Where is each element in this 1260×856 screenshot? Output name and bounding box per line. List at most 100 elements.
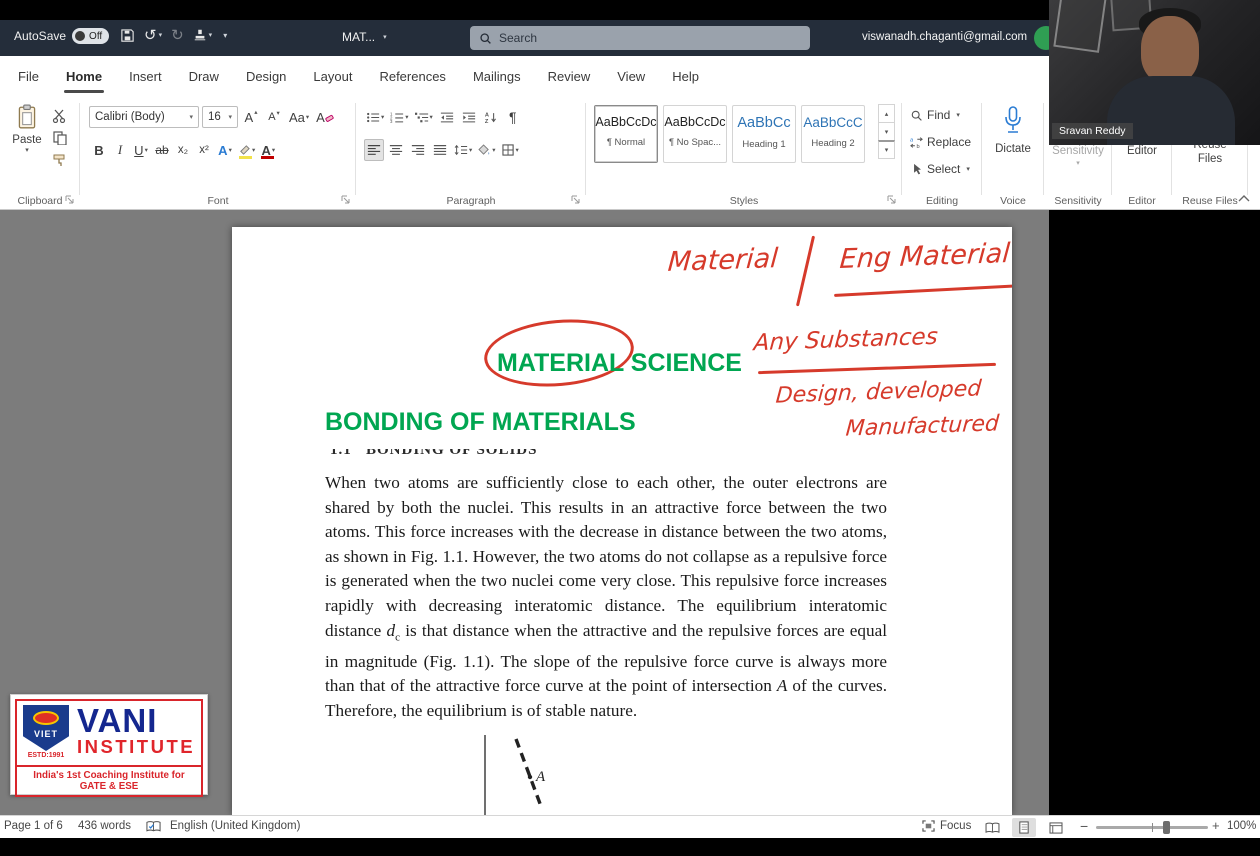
tab-design[interactable]: Design [246, 56, 286, 97]
highlight-color-bar [239, 156, 252, 159]
styles-gallery-more[interactable]: ▾ [878, 140, 895, 159]
tab-insert[interactable]: Insert [129, 56, 162, 97]
format-painter-icon[interactable] [52, 153, 68, 167]
language-indicator[interactable]: English (United Kingdom) [170, 820, 300, 832]
document-title[interactable]: MAT... ▾ [342, 30, 387, 44]
tab-mailings[interactable]: Mailings [473, 56, 521, 97]
customize-qat-button[interactable]: ▾ [221, 31, 227, 40]
styles-scroll-up[interactable]: ▴ [878, 104, 895, 123]
align-right-button[interactable] [408, 139, 428, 161]
proofing-icon[interactable] [146, 820, 161, 834]
tab-view[interactable]: View [617, 56, 645, 97]
clear-formatting-button[interactable]: A [314, 106, 336, 128]
tab-layout[interactable]: Layout [313, 56, 352, 97]
italic-button[interactable]: I [110, 139, 130, 161]
web-layout-button[interactable] [1044, 818, 1068, 837]
autosave-toggle[interactable]: AutoSave Off [14, 28, 109, 44]
style-normal[interactable]: AaBbCcDc ¶ Normal [594, 105, 658, 163]
font-name-combo[interactable]: Calibri (Body) ▾ [89, 106, 199, 128]
font-color-button[interactable]: A ▾ [258, 139, 278, 161]
decrease-indent-button[interactable] [437, 106, 457, 128]
document-page[interactable]: Material Eng Material Any Substances Des… [232, 227, 1012, 815]
chevron-down-icon: ▾ [469, 146, 472, 154]
subscript-button[interactable]: x₂ [173, 139, 193, 161]
group-label-styles: Styles [586, 195, 902, 207]
replace-button[interactable]: ab Replace [910, 135, 971, 149]
search-bar[interactable] [470, 26, 810, 50]
copy-icon[interactable] [52, 131, 68, 145]
paste-button[interactable]: Paste ▾ [7, 104, 47, 184]
style-heading1[interactable]: AaBbCc Heading 1 [732, 105, 796, 163]
line-spacing-button[interactable]: ▾ [452, 139, 474, 161]
focus-button[interactable]: Focus [922, 820, 971, 832]
ink-any-substance: Any Substances [753, 324, 939, 356]
borders-button[interactable]: ▾ [500, 139, 521, 161]
align-left-button[interactable] [364, 139, 384, 161]
tab-references[interactable]: References [379, 56, 445, 97]
save-icon [120, 28, 135, 43]
font-size-combo[interactable]: 16 ▾ [202, 106, 238, 128]
print-layout-button[interactable] [1012, 818, 1036, 837]
zoom-percentage[interactable]: 100% [1227, 820, 1256, 832]
collapse-ribbon-button[interactable] [1237, 194, 1251, 203]
save-button[interactable] [120, 28, 135, 43]
bold-button[interactable]: B [89, 139, 109, 161]
numbering-button[interactable]: 123▾ [388, 106, 410, 128]
zoom-slider-thumb[interactable] [1163, 821, 1170, 834]
zoom-notch [1152, 823, 1153, 832]
select-button[interactable]: Select ▾ [910, 162, 970, 176]
shading-button[interactable]: ▾ [476, 139, 497, 161]
stamp-icon [193, 28, 207, 42]
align-center-button[interactable] [386, 139, 406, 161]
shrink-font-button[interactable]: A▾ [264, 106, 284, 128]
text-effects-button[interactable]: A▾ [215, 139, 235, 161]
redo-button[interactable]: ↻ [171, 26, 184, 44]
reuse-files-button-line2[interactable]: Files [1172, 153, 1248, 165]
highlight-button[interactable]: ▾ [236, 139, 257, 161]
increase-indent-button[interactable] [459, 106, 479, 128]
tab-file[interactable]: File [18, 56, 39, 97]
tab-draw[interactable]: Draw [189, 56, 219, 97]
editor-button[interactable]: Editor [1112, 145, 1172, 157]
justify-button[interactable] [430, 139, 450, 161]
stamp-button[interactable]: ▾ [193, 28, 213, 42]
read-mode-button[interactable] [980, 818, 1004, 837]
find-button[interactable]: Find ▾ [910, 108, 960, 122]
search-input[interactable] [499, 31, 759, 45]
group-label-clipboard: Clipboard [0, 195, 80, 207]
zoom-out-button[interactable]: − [1080, 818, 1088, 834]
autosave-pill[interactable]: Off [72, 28, 109, 44]
underline-button[interactable]: U▾ [131, 139, 151, 161]
multilevel-list-button[interactable]: ▾ [413, 106, 435, 128]
sort-icon: AZ [484, 111, 498, 124]
grow-font-button[interactable]: A▴ [241, 106, 261, 128]
page-indicator[interactable]: Page 1 of 6 [4, 820, 63, 832]
strikethrough-button[interactable]: ab [152, 139, 172, 161]
justify-icon [433, 144, 447, 156]
word-count[interactable]: 436 words [78, 820, 131, 832]
sort-button[interactable]: AZ [481, 106, 501, 128]
styles-scroll-down[interactable]: ▾ [878, 122, 895, 141]
chevron-down-icon: ▾ [7, 146, 47, 154]
svg-text:Z: Z [485, 118, 489, 123]
style-no-spacing[interactable]: AaBbCcDc ¶ No Spac... [663, 105, 727, 163]
sensitivity-button[interactable]: Sensitivity [1044, 145, 1112, 157]
bullets-button[interactable]: ▾ [364, 106, 386, 128]
show-marks-button[interactable]: ¶ [503, 106, 523, 128]
tab-home[interactable]: Home [66, 56, 102, 97]
dictate-button[interactable] [982, 105, 1044, 137]
chevron-down-icon: ▾ [145, 146, 148, 154]
tab-help[interactable]: Help [672, 56, 699, 97]
cut-icon[interactable] [52, 109, 68, 123]
style-heading2[interactable]: AaBbCcC Heading 2 [801, 105, 865, 163]
account-email[interactable]: viswanadh.chaganti@gmail.com [862, 31, 1027, 43]
superscript-button[interactable]: x² [194, 139, 214, 161]
svg-text:a: a [910, 137, 913, 143]
chevron-down-icon: ▾ [492, 146, 495, 154]
change-case-button[interactable]: Aa▾ [287, 106, 311, 128]
undo-button[interactable]: ↺▾ [144, 26, 162, 44]
figure-point-a-label: A [535, 769, 546, 785]
zoom-slider[interactable] [1096, 826, 1208, 829]
tab-review[interactable]: Review [548, 56, 591, 97]
zoom-in-button[interactable]: + [1212, 818, 1220, 833]
